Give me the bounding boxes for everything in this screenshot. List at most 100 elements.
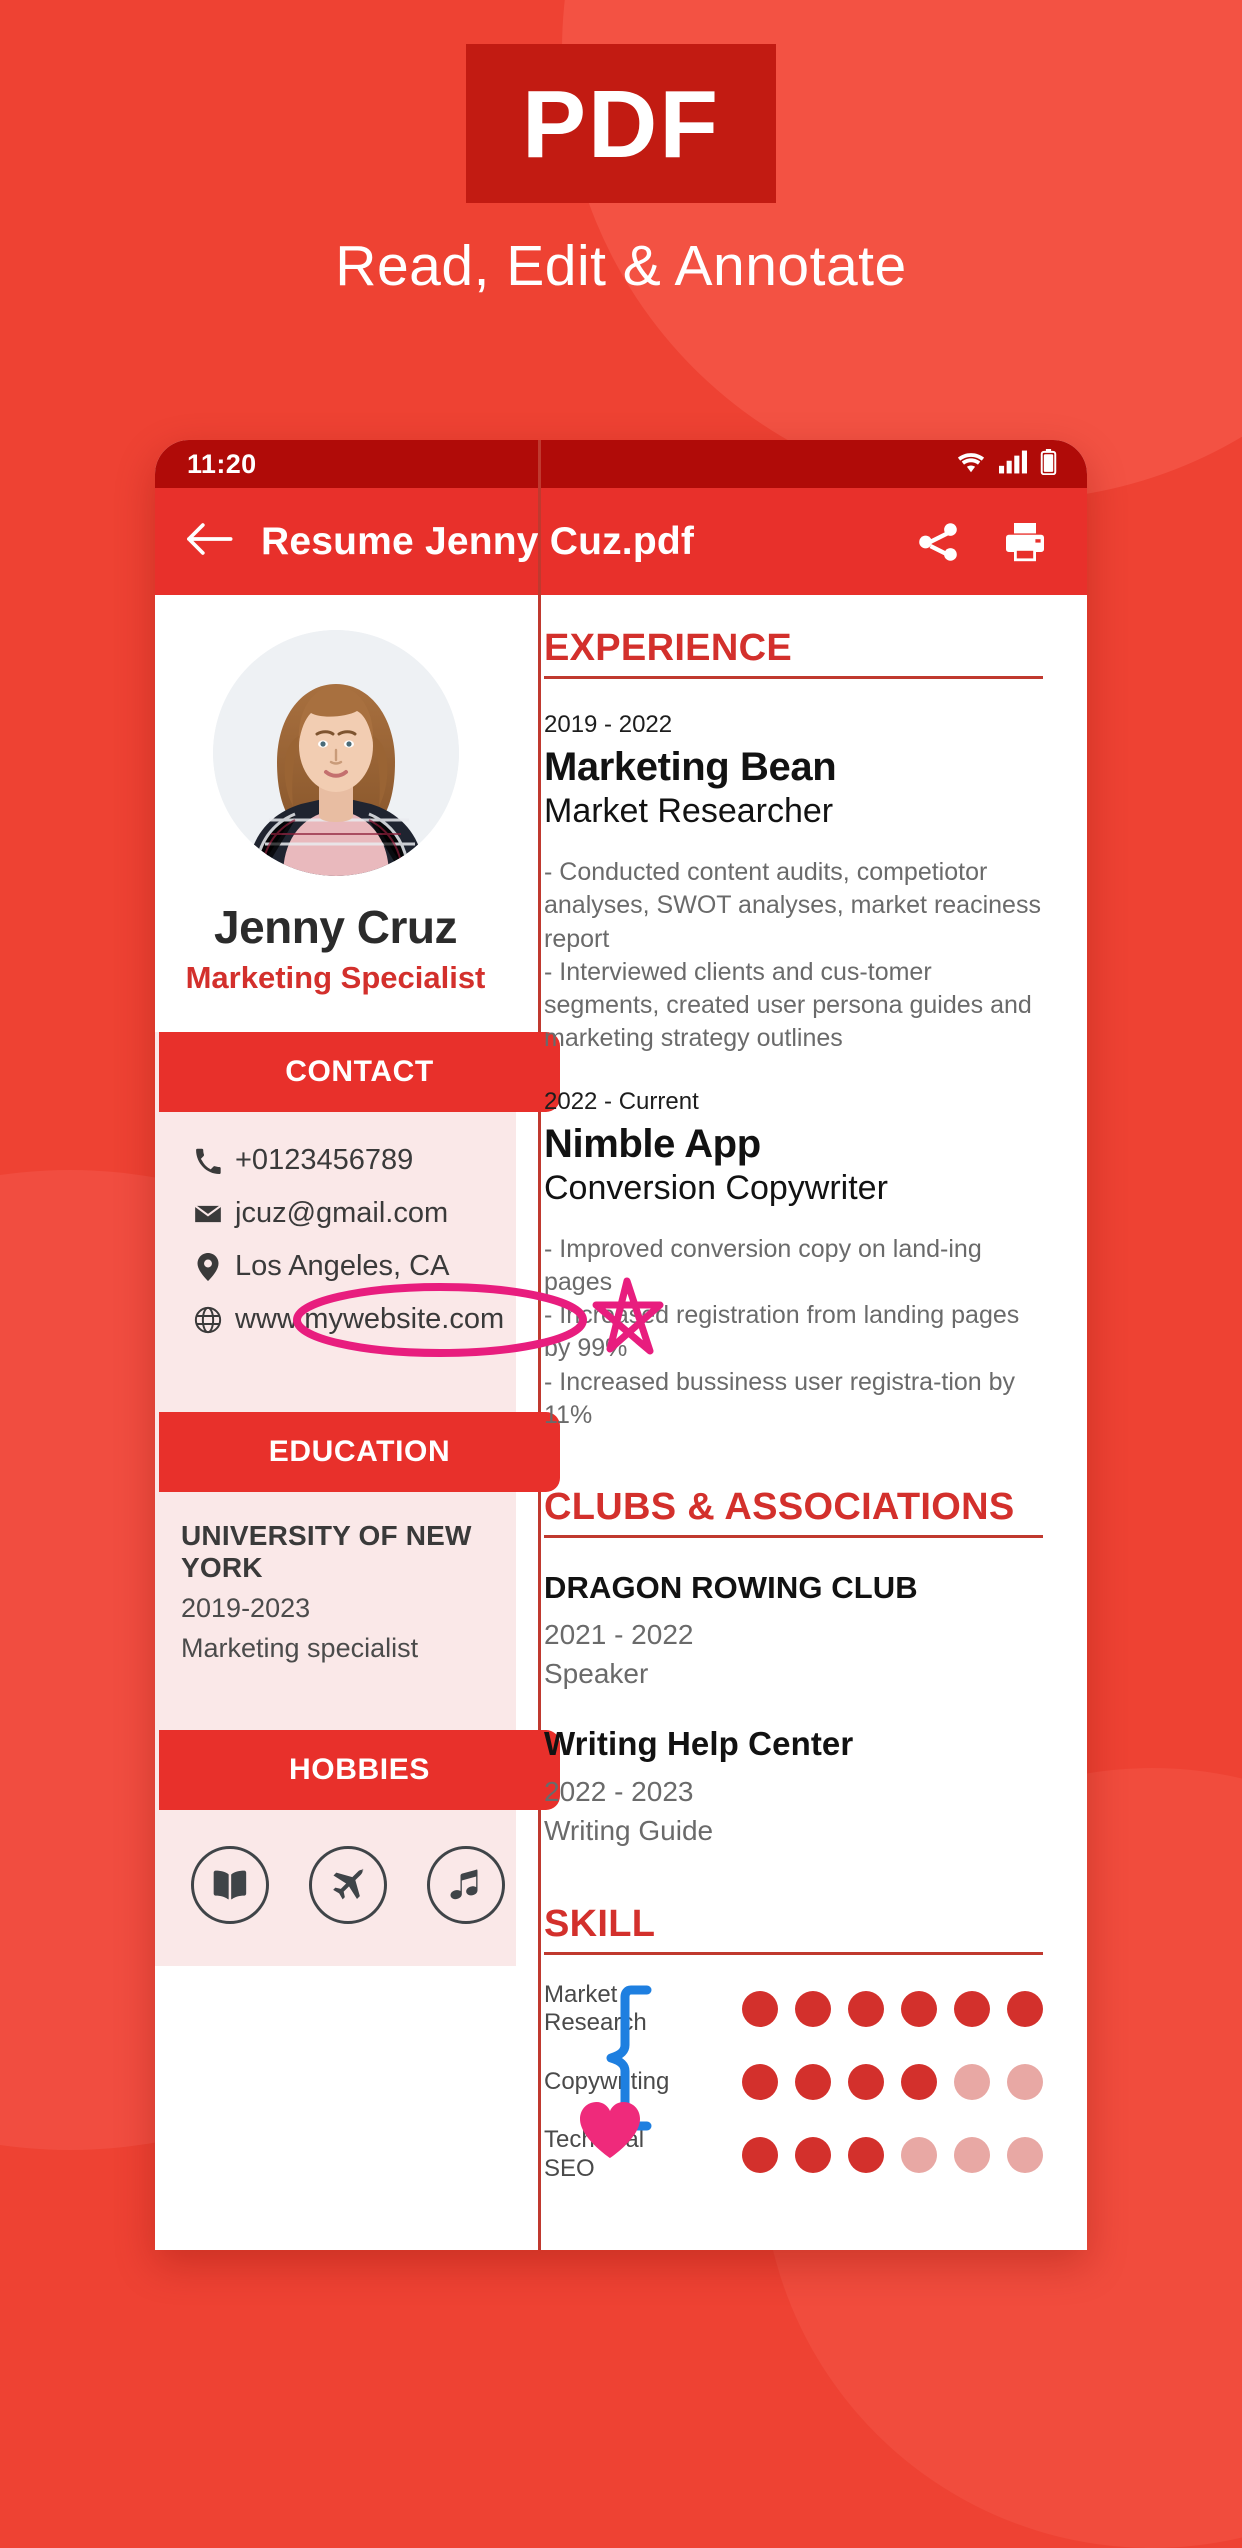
skill-label: Copywriting [544, 2067, 670, 2095]
status-bar: 11:20 [155, 440, 1087, 488]
panel-gap-2 [155, 1694, 516, 1730]
skill-dot-filled [901, 1991, 937, 2028]
skill-dot-empty [901, 2136, 937, 2173]
hobbies-heading: HOBBIES [159, 1730, 560, 1810]
skill-dot-filled [954, 1991, 990, 2028]
job-2-date: 2022 - Current [544, 1087, 699, 1115]
pdf-badge: PDF [466, 44, 776, 203]
skill-dot-filled [848, 1991, 884, 2028]
job-2-bullets: - Improved conversion copy on land-ing p… [544, 1234, 1020, 1429]
resume-left-column: Jenny Cruz Marketing Specialist CONTACT … [155, 595, 560, 2250]
battery-icon [1040, 448, 1057, 480]
skill-heading: SKILL [544, 1902, 656, 1945]
club-entry-2: Writing Help Center 2022 - 2023 Writing … [544, 1725, 1043, 1850]
globe-icon [185, 1306, 231, 1334]
experience-rule [544, 676, 1043, 679]
experience-job-2: 2022 - Current Nimble App Conversion Cop… [544, 1088, 1043, 1433]
skill-label: Market Research [544, 1980, 647, 2037]
page-title: Jenny Cruz [214, 901, 457, 953]
contact-item-phone[interactable]: +0123456789 [185, 1134, 516, 1187]
skill-row: Technical SEO [544, 2126, 1043, 2184]
job-2-title: Conversion Copywriter [544, 1168, 888, 1207]
skill-dot-filled [848, 2064, 884, 2101]
contact-phone-value: +0123456789 [235, 1144, 414, 1176]
document-title: Resume Jenny Cuz.pdf [261, 519, 695, 563]
contact-email-value: jcuz@gmail.com [235, 1197, 449, 1229]
section-gap-clubs [544, 1432, 1043, 1486]
left-panel: CONTACT +0123456789 jcuz@gmail.com Los A… [155, 1032, 560, 1966]
hobbies-list [155, 1810, 516, 1964]
airplane-icon [309, 1846, 387, 1924]
experience-job-1: 2019 - 2022 Marketing Bean Market Resear… [544, 711, 1043, 1056]
back-arrow-icon[interactable] [185, 522, 233, 561]
phone-icon [185, 1148, 231, 1174]
club-2-meta: 2022 - 2023 Writing Guide [544, 1776, 714, 1846]
location-icon [185, 1252, 231, 1281]
email-icon [185, 1200, 231, 1228]
skill-dot-filled [795, 1991, 831, 2028]
job-1-date: 2019 - 2022 [544, 711, 673, 738]
job-1-org: Marketing Bean [544, 745, 837, 789]
club-1-name: DRAGON ROWING CLUB [544, 1570, 918, 1605]
profile-photo [212, 630, 459, 876]
skill-dot-empty [954, 2136, 990, 2173]
skill-dots [742, 2136, 1043, 2173]
skill-dots [742, 1991, 1043, 2028]
music-note-icon [427, 1846, 505, 1924]
skill-label: Technical SEO [544, 2126, 645, 2182]
job-1-title: Market Researcher [544, 792, 834, 830]
print-icon[interactable] [1001, 518, 1049, 566]
skill-dot-filled [742, 2064, 778, 2101]
skill-dot-empty [1007, 2136, 1043, 2173]
contact-item-location[interactable]: Los Angeles, CA [185, 1240, 516, 1293]
job-1-bullets: - Conducted content audits, competiotor … [544, 858, 1041, 1053]
resume-right-column: EXPERIENCE 2019 - 2022 Marketing Bean Ma… [516, 595, 1087, 2250]
skill-dot-filled [901, 2064, 937, 2101]
clubs-heading: CLUBS & ASSOCIATIONS [544, 1486, 1015, 1528]
skill-dot-empty [1007, 2064, 1043, 2101]
contact-item-email[interactable]: jcuz@gmail.com [185, 1187, 516, 1240]
education-heading: EDUCATION [159, 1412, 560, 1492]
status-bar-clock: 11:20 [187, 448, 257, 479]
skill-dots [742, 2064, 1043, 2101]
contact-heading: CONTACT [159, 1032, 560, 1112]
contact-item-website[interactable]: www.mywebsite.com [185, 1293, 516, 1346]
clubs-rule [544, 1535, 1043, 1538]
education-school: UNIVERSITY OF NEW YORK [181, 1520, 472, 1583]
share-icon[interactable] [915, 519, 961, 565]
pdf-document[interactable]: Jenny Cruz Marketing Specialist CONTACT … [155, 440, 1087, 2250]
skill-row: Market Research [544, 1981, 1043, 2039]
job-2-org: Nimble App [544, 1121, 761, 1166]
skill-dot-filled [848, 2136, 884, 2173]
skill-dot-filled [795, 2064, 831, 2101]
education-years: 2019-2023 [181, 1593, 311, 1623]
education-entry: UNIVERSITY OF NEW YORK 2019-2023 Marketi… [155, 1492, 516, 1694]
wifi-icon [956, 450, 986, 479]
phone-mockup: 11:20 Resume Jenny Cuz.pdf Jenny Cruz Ma… [155, 440, 1087, 2250]
skill-dot-filled [742, 1991, 778, 2028]
hero-subtitle: Read, Edit & Annotate [335, 234, 907, 298]
skill-dot-filled [742, 2136, 778, 2173]
section-gap-skill [544, 1851, 1043, 1903]
profile-role: Marketing Specialist [185, 960, 486, 995]
status-bar-icons [956, 448, 1057, 480]
club-1-meta: 2021 - 2022 Speaker [544, 1619, 694, 1689]
experience-heading: EXPERIENCE [544, 627, 792, 669]
app-bar: Resume Jenny Cuz.pdf [155, 488, 1087, 595]
skill-dot-filled [1007, 1991, 1043, 2028]
skill-list: Market Research Copywriting Technical SE… [544, 1981, 1043, 2184]
skill-dot-empty [954, 2064, 990, 2101]
avatar-wrapper [155, 595, 516, 876]
club-entry-1: DRAGON ROWING CLUB 2021 - 2022 Speaker [544, 1570, 1043, 1693]
club-2-name: Writing Help Center [544, 1725, 854, 1763]
skill-dot-filled [795, 2136, 831, 2173]
skill-rule [544, 1951, 1043, 1955]
panel-gap-1 [155, 1376, 516, 1412]
contact-website-value: www.mywebsite.com [235, 1303, 505, 1335]
signal-icon [999, 450, 1027, 479]
contact-list: +0123456789 jcuz@gmail.com Los Angeles, … [155, 1112, 516, 1376]
contact-location-value: Los Angeles, CA [235, 1250, 450, 1282]
education-major: Marketing specialist [181, 1633, 419, 1663]
skill-row: Copywriting [544, 2064, 1043, 2101]
book-icon [191, 1846, 269, 1924]
